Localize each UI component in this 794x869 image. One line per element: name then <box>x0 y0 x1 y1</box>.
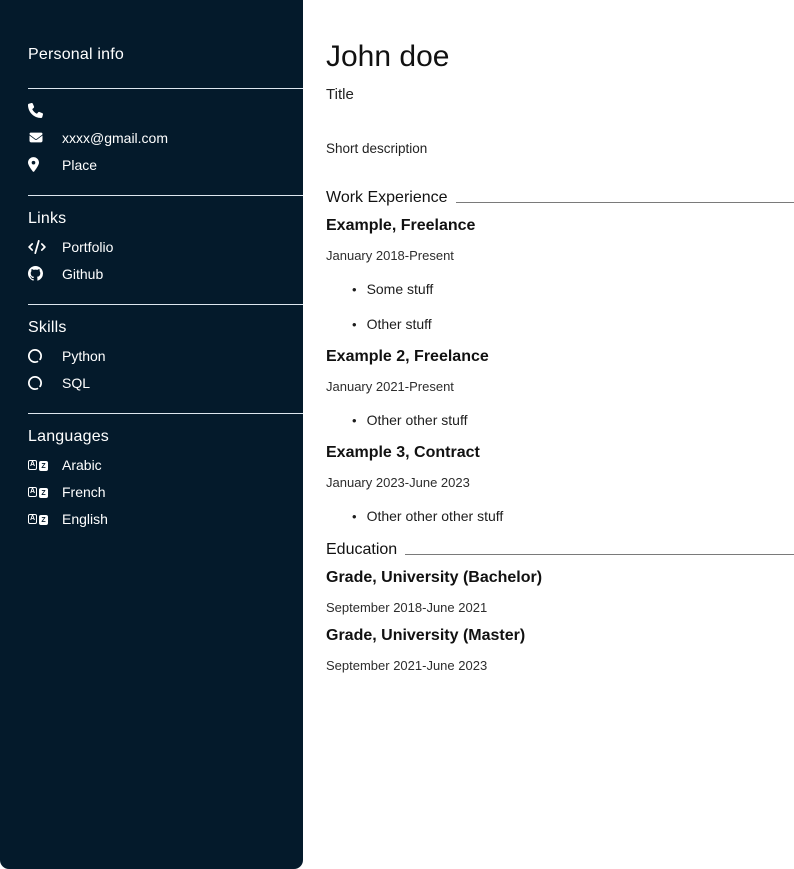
work-entry-title: Example 2, Freelance <box>326 348 794 366</box>
email-link[interactable]: xxxx@gmail.com <box>62 130 168 146</box>
language-icon: AZ <box>28 512 48 525</box>
location-pin-icon <box>28 157 48 172</box>
work-entry-bullets: Other other other stuff <box>326 508 794 524</box>
divider <box>28 195 303 196</box>
contact-row-phone <box>28 97 303 124</box>
link-row-github[interactable]: Github <box>28 260 303 287</box>
language-label: English <box>62 511 108 527</box>
work-entry: Example 2, Freelance January 2021-Presen… <box>326 348 794 428</box>
place-label: Place <box>62 157 97 173</box>
skill-row: SQL <box>28 369 303 396</box>
work-entry-date: January 2023-June 2023 <box>326 475 794 490</box>
skill-label: Python <box>62 348 106 364</box>
bullet-item: Some stuff <box>352 281 794 297</box>
language-row: AZ Arabic <box>28 451 303 478</box>
work-entry-date: January 2018-Present <box>326 248 794 263</box>
work-entry: Example 3, Contract January 2023-June 20… <box>326 444 794 524</box>
language-row: AZ French <box>28 478 303 505</box>
work-experience-heading: Work Experience <box>326 189 794 207</box>
education-entry: Grade, University (Master) September 202… <box>326 627 794 673</box>
work-experience-section: Example, Freelance January 2018-Present … <box>326 217 794 524</box>
heading-rule <box>405 554 794 555</box>
envelope-icon <box>28 131 48 144</box>
bullet-item: Other other stuff <box>352 412 794 428</box>
portfolio-link-label[interactable]: Portfolio <box>62 239 113 255</box>
resume-body: John doe Title Short description Work Ex… <box>326 0 794 673</box>
education-heading: Education <box>326 541 794 559</box>
work-entry-date: January 2021-Present <box>326 379 794 394</box>
github-link-label[interactable]: Github <box>62 266 103 282</box>
languages-heading: Languages <box>28 428 303 446</box>
education-entry-title: Grade, University (Master) <box>326 627 794 645</box>
divider <box>28 304 303 305</box>
sidebar: Personal info xxxx@gmail.com Place Links <box>0 0 303 869</box>
education-section: Grade, University (Bachelor) September 2… <box>326 569 794 673</box>
links-list: Portfolio Github <box>0 233 303 287</box>
education-entry-date: September 2018-June 2021 <box>326 600 794 615</box>
language-icon: AZ <box>28 458 48 471</box>
skills-heading: Skills <box>28 319 303 337</box>
short-description: Short description <box>326 141 794 156</box>
circle-notch-icon <box>28 376 48 390</box>
circle-notch-icon <box>28 349 48 363</box>
skill-row: Python <box>28 342 303 369</box>
education-entry: Grade, University (Bachelor) September 2… <box>326 569 794 615</box>
education-entry-title: Grade, University (Bachelor) <box>326 569 794 587</box>
language-label: French <box>62 484 106 500</box>
work-entry-bullets: Some stuff Other stuff <box>326 281 794 332</box>
code-icon <box>28 240 48 254</box>
language-icon: AZ <box>28 485 48 498</box>
bullet-item: Other other other stuff <box>352 508 794 524</box>
phone-icon <box>28 103 48 118</box>
skills-list: Python SQL <box>0 342 303 396</box>
language-label: Arabic <box>62 457 102 473</box>
education-entry-date: September 2021-June 2023 <box>326 658 794 673</box>
contact-list: xxxx@gmail.com Place <box>0 97 303 178</box>
links-heading: Links <box>28 210 303 228</box>
person-title: Title <box>326 86 794 103</box>
languages-list: AZ Arabic AZ French AZ English <box>0 451 303 532</box>
person-name: John doe <box>326 40 794 73</box>
link-row-portfolio[interactable]: Portfolio <box>28 233 303 260</box>
heading-rule <box>456 202 794 203</box>
contact-row-place: Place <box>28 151 303 178</box>
work-entry-bullets: Other other stuff <box>326 412 794 428</box>
work-entry-title: Example 3, Contract <box>326 444 794 462</box>
skill-label: SQL <box>62 375 90 391</box>
language-row: AZ English <box>28 505 303 532</box>
github-icon <box>28 266 48 281</box>
contact-row-email: xxxx@gmail.com <box>28 124 303 151</box>
divider <box>28 88 303 89</box>
bullet-item: Other stuff <box>352 316 794 332</box>
work-entry: Example, Freelance January 2018-Present … <box>326 217 794 332</box>
divider <box>28 413 303 414</box>
work-entry-title: Example, Freelance <box>326 217 794 235</box>
personal-info-heading: Personal info <box>28 46 303 64</box>
